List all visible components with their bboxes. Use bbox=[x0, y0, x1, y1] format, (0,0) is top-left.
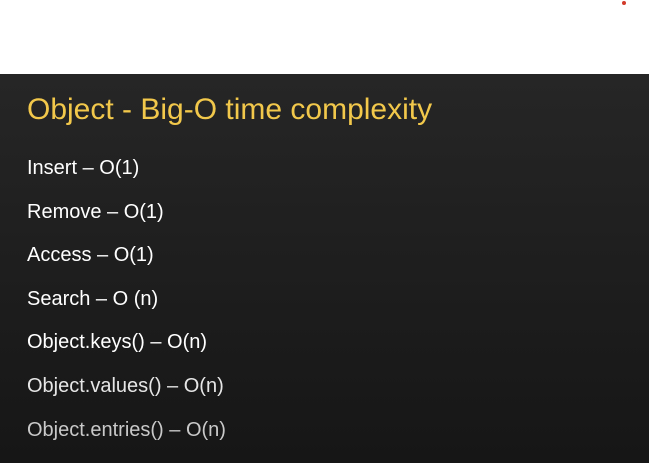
bullet-remove: Remove – O(1) bbox=[27, 200, 164, 223]
bullet-access: Access – O(1) bbox=[27, 244, 154, 267]
slide: Object - Big-O time complexity Insert – … bbox=[0, 74, 649, 463]
bullet-insert: Insert – O(1) bbox=[27, 157, 140, 179]
bullet-search: Search – O (n) bbox=[27, 287, 159, 310]
marker-dot bbox=[622, 1, 626, 5]
bullet-list: Insert – O(1) Remove – O(1) Access – O(1… bbox=[27, 156, 226, 461]
bullet-object-keys: Object.keys() – O(n) bbox=[27, 331, 208, 354]
bullet-object-values: Object.values() – O(n) bbox=[27, 374, 224, 397]
bullet-object-entries: Object.entries() – O(n) bbox=[27, 418, 226, 441]
top-strip bbox=[0, 0, 649, 74]
slide-title: Object - Big-O time complexity bbox=[27, 93, 433, 126]
